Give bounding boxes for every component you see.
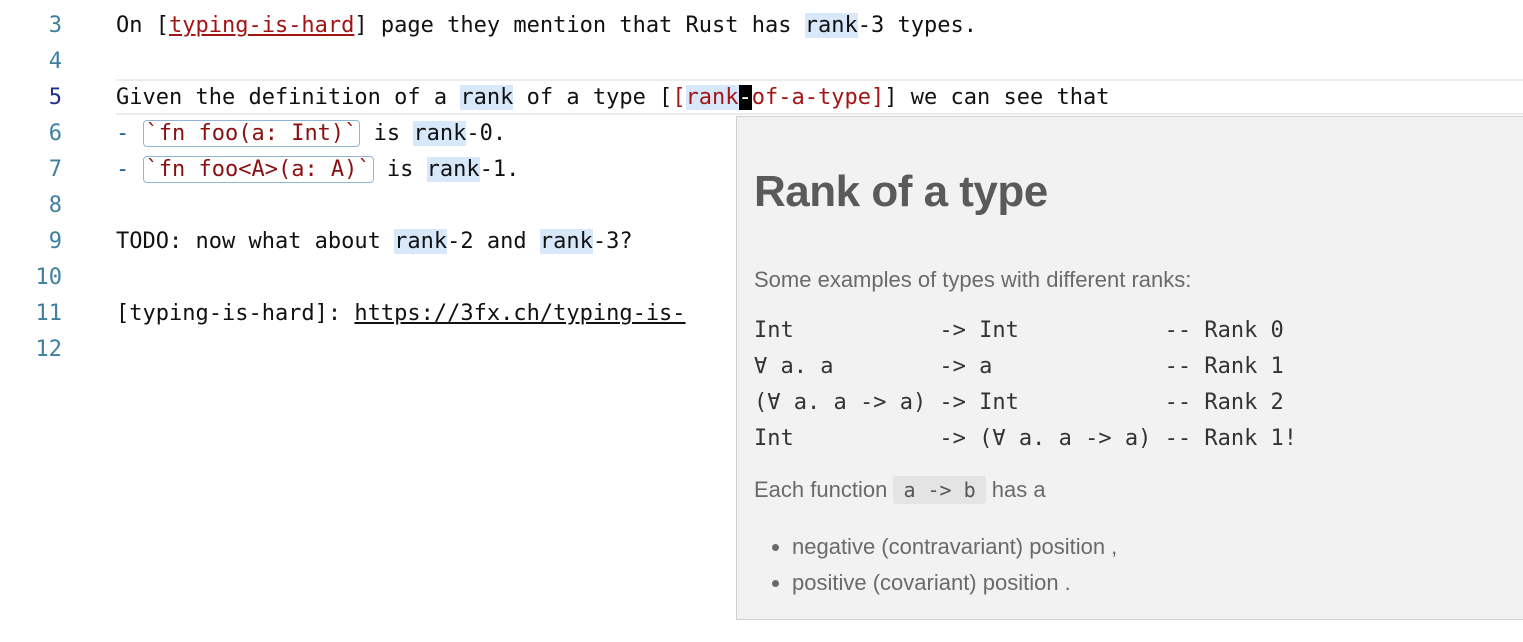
text: ] we can see that: [884, 85, 1110, 110]
text: is: [373, 157, 427, 182]
word-highlight: rank: [426, 157, 480, 182]
text: has a: [985, 477, 1046, 502]
text: ] page they mention that Rust has: [354, 13, 805, 38]
text: -0.: [466, 121, 507, 146]
editor-line-9[interactable]: TODO: now what about rank-2 and rank-3?: [116, 224, 633, 260]
list-item: positive (covariant) position .: [792, 565, 1117, 601]
line-number: 12: [35, 337, 63, 362]
list-item: negative (contravariant) position ,: [792, 529, 1117, 565]
popup-paragraph: Each function a -> b has a: [754, 476, 1046, 504]
line-number: 7: [48, 157, 62, 182]
text: -2 and: [447, 229, 540, 254]
text: of a type [: [513, 85, 673, 110]
text: Each function: [754, 477, 894, 502]
word-highlight: rank: [685, 85, 739, 110]
editor-line-3[interactable]: On [typing-is-hard] page they mention th…: [116, 8, 977, 44]
popup-intro: Some examples of types with different ra…: [754, 267, 1192, 292]
text: is: [360, 121, 414, 146]
word-highlight: rank: [804, 13, 858, 38]
text-cursor: -: [738, 85, 752, 110]
editor-line-6[interactable]: - `fn foo(a: Int)` is rank-0.: [116, 116, 506, 152]
word-highlight: rank: [539, 229, 593, 254]
line-number: 3: [48, 13, 62, 38]
popup-title: Rank of a type: [754, 167, 1048, 216]
inline-code: `fn foo(a: Int)`: [142, 120, 361, 147]
wiki-link[interactable]: of-a-type: [752, 85, 871, 110]
url-link[interactable]: https://3fx.ch/typing-is-: [354, 301, 685, 326]
editor-line-11[interactable]: [typing-is-hard]: https://3fx.ch/typing-…: [116, 296, 686, 332]
inline-code: `fn foo<A>(a: A)`: [142, 156, 374, 183]
inline-code: a -> b: [893, 476, 986, 504]
word-highlight: rank: [394, 229, 448, 254]
editor-line-7[interactable]: - `fn foo<A>(a: A)` is rank-1.: [116, 152, 519, 188]
text: On [: [116, 13, 169, 38]
line-number: 10: [35, 265, 63, 290]
word-highlight: rank: [460, 85, 514, 110]
text: Given the definition of a: [116, 85, 461, 110]
list-marker: -: [116, 121, 143, 146]
text: -3 types.: [857, 13, 977, 38]
line-number: 4: [48, 49, 62, 74]
line-number: 6: [48, 121, 62, 146]
popup-code-block: Int -> Int -- Rank 0 ∀ a. a -> a -- Rank…: [754, 318, 1298, 451]
popup-bullet-list: negative (contravariant) position , posi…: [754, 529, 1117, 601]
wiki-link-bracket: [: [672, 85, 686, 110]
text: -1.: [479, 157, 520, 182]
line-number-current: 5: [48, 85, 62, 110]
line-number: 9: [48, 229, 62, 254]
text: [typing-is-hard]:: [116, 301, 355, 326]
text: TODO: now what about: [116, 229, 395, 254]
line-number: 11: [35, 301, 63, 326]
list-marker: -: [116, 157, 143, 182]
wiki-link-bracket: ]: [871, 85, 885, 110]
text: -3?: [592, 229, 633, 254]
word-highlight: rank: [413, 121, 467, 146]
reference-link[interactable]: typing-is-hard: [169, 13, 354, 38]
editor-line-5[interactable]: Given the definition of a rank of a type…: [116, 80, 1109, 116]
documentation-popup[interactable]: Rank of a type Some examples of types wi…: [736, 116, 1523, 620]
line-number: 8: [48, 193, 62, 218]
